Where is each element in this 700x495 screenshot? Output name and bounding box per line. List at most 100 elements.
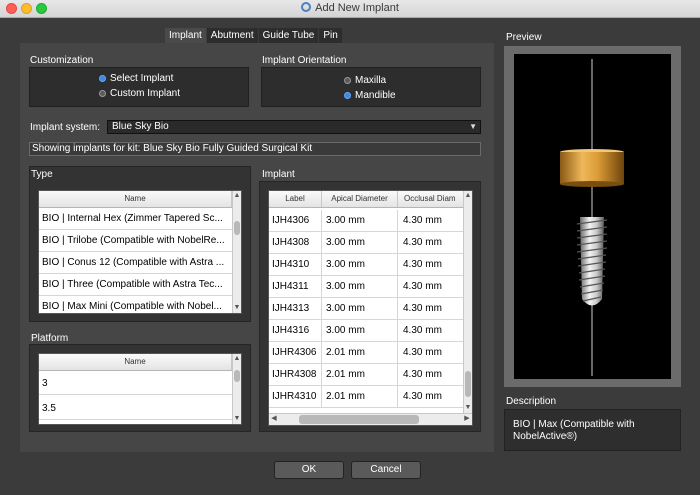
window-title-text: Add New Implant [315,2,399,14]
kit-info-field: Showing implants for kit: Blue Sky Bio F… [29,142,481,156]
implant-row-label: IJH4310 [269,254,322,275]
type-title: Type [31,169,53,180]
radio-maxilla[interactable]: Maxilla [344,75,386,86]
tab-implant[interactable]: Implant [165,28,206,43]
implant-row-occlusal: 4.30 mm [403,259,442,270]
description-title: Description [506,396,557,407]
implant-row-apical: 3.00 mm [322,298,398,319]
radio-indicator [99,90,106,97]
scrollbar-thumb[interactable] [234,370,240,382]
type-table-header: Name [39,191,232,208]
occlusal-diameter-column-header[interactable]: Occlusal Diam [398,191,463,207]
cancel-button[interactable]: Cancel [351,461,421,479]
implant-row-occlusal: 4.30 mm [403,303,442,314]
implant-row[interactable]: IJH4311 3.00 mm 4.30 mm [269,276,463,298]
implant-row-apical: 2.01 mm [322,386,398,407]
platform-row-name: 3 [42,378,48,389]
scroll-up-icon[interactable]: ▲ [233,354,241,364]
implant-row-label: IJH4313 [269,298,322,319]
tab-guide-tube[interactable]: Guide Tube [258,28,319,43]
type-row-name: BIO | Internal Hex (Zimmer Tapered Sc... [42,213,223,224]
type-row-name: BIO | Three (Compatible with Astra Tec..… [42,279,223,290]
implant-row[interactable]: IJHR4310 2.01 mm 4.30 mm [269,386,463,408]
kit-info-text: Showing implants for kit: Blue Sky Bio F… [32,143,313,154]
implant-row[interactable]: IJH4316 3.00 mm 4.30 mm [269,320,463,342]
implant-row-occlusal: 4.30 mm [403,281,442,292]
window-titlebar: Add New Implant [0,0,700,18]
tab-bar: Implant Abutment Guide Tube Pin [165,28,343,43]
implant-row-label: IJH4308 [269,232,322,253]
implant-row-apical: 3.00 mm [322,210,398,231]
implant-horizontal-scrollbar[interactable]: ◀ ▶ [269,413,472,425]
type-row[interactable]: BIO | Trilobe (Compatible with NobelRe..… [39,230,232,252]
implant-row-label: IJH4306 [269,210,322,231]
platform-row[interactable]: 3.5 [39,398,232,420]
scrollbar-thumb[interactable] [299,415,419,424]
implant-row-apical: 3.00 mm [322,276,398,297]
implant-table: Label Apical Diameter Occlusal Diam IJH4… [268,190,473,426]
implant-row-occlusal: 4.30 mm [403,347,442,358]
type-row[interactable]: BIO | Max Mini (Compatible with Nobel... [39,296,232,313]
radio-select-implant-label: Select Implant [110,73,174,84]
implant-row[interactable]: IJHR4306 2.01 mm 4.30 mm [269,342,463,364]
platform-title: Platform [31,333,69,344]
chevron-down-icon: ▼ [469,122,477,131]
description-text: BIO | Max (Compatible with NobelActive®) [513,419,635,442]
scroll-up-icon[interactable]: ▲ [464,191,472,201]
label-column-header[interactable]: Label [269,191,322,207]
tab-abutment[interactable]: Abutment [206,28,258,43]
radio-custom-implant[interactable]: Custom Implant [99,88,180,99]
scroll-right-icon[interactable]: ▶ [462,414,472,425]
type-row-name: BIO | Trilobe (Compatible with NobelRe..… [42,235,225,246]
scrollbar-thumb[interactable] [234,221,240,235]
preview-viewport[interactable] [514,54,671,379]
radio-maxilla-label: Maxilla [355,75,387,86]
implant-row-occlusal: 4.30 mm [403,369,442,380]
platform-table: Name 3 3.5 ▲ ▼ [38,353,242,425]
preview-title: Preview [506,32,542,43]
platform-vertical-scrollbar[interactable]: ▲ ▼ [232,354,241,424]
implant-row-apical: 2.01 mm [322,342,398,363]
type-row[interactable]: BIO | Internal Hex (Zimmer Tapered Sc... [39,208,232,230]
apical-diameter-column-header[interactable]: Apical Diameter [322,191,398,207]
scrollbar-thumb[interactable] [465,371,471,397]
implant-row[interactable]: IJH4306 3.00 mm 4.30 mm [269,210,463,232]
type-vertical-scrollbar[interactable]: ▲ ▼ [232,191,241,313]
implant-system-label: Implant system: [30,122,101,133]
type-name-column-header[interactable]: Name [39,191,232,207]
scroll-down-icon[interactable]: ▼ [233,303,241,313]
tab-pin[interactable]: Pin [319,28,342,43]
implant-row[interactable]: IJH4313 3.00 mm 4.30 mm [269,298,463,320]
implant-row-occlusal: 4.30 mm [403,215,442,226]
window-title: Add New Implant [0,2,700,14]
radio-indicator [99,75,106,82]
implant-vertical-scrollbar[interactable]: ▲ ▼ [463,191,472,413]
scroll-up-icon[interactable]: ▲ [233,191,241,201]
radio-mandible[interactable]: Mandible [344,90,396,101]
orientation-title: Implant Orientation [262,55,347,66]
radio-mandible-label: Mandible [355,90,396,101]
radio-indicator [344,92,351,99]
platform-row[interactable]: 3 [39,373,232,395]
type-row-name: BIO | Max Mini (Compatible with Nobel... [42,301,222,312]
implant-row-label: IJHR4308 [269,364,322,385]
ok-button[interactable]: OK [274,461,344,479]
abutment-bottom [560,181,624,187]
implant-row-label: IJHR4306 [269,342,322,363]
implant-table-header: Label Apical Diameter Occlusal Diam [269,191,463,208]
scroll-down-icon[interactable]: ▼ [464,403,472,413]
implant-row[interactable]: IJH4308 3.00 mm 4.30 mm [269,232,463,254]
scroll-down-icon[interactable]: ▼ [233,414,241,424]
implant-section-title: Implant [262,169,295,180]
platform-name-column-header[interactable]: Name [39,354,232,370]
scroll-left-icon[interactable]: ◀ [269,414,279,425]
implant-system-select[interactable]: Blue Sky Bio ▼ [107,120,481,134]
type-row[interactable]: BIO | Three (Compatible with Astra Tec..… [39,274,232,296]
implant-row[interactable]: IJH4310 3.00 mm 4.30 mm [269,254,463,276]
implant-row-apical: 3.00 mm [322,320,398,341]
implant-row-label: IJH4316 [269,320,322,341]
type-row[interactable]: BIO | Conus 12 (Compatible with Astra ..… [39,252,232,274]
radio-select-implant[interactable]: Select Implant [99,73,173,84]
implant-row-label: IJH4311 [269,276,322,297]
implant-row[interactable]: IJHR4308 2.01 mm 4.30 mm [269,364,463,386]
